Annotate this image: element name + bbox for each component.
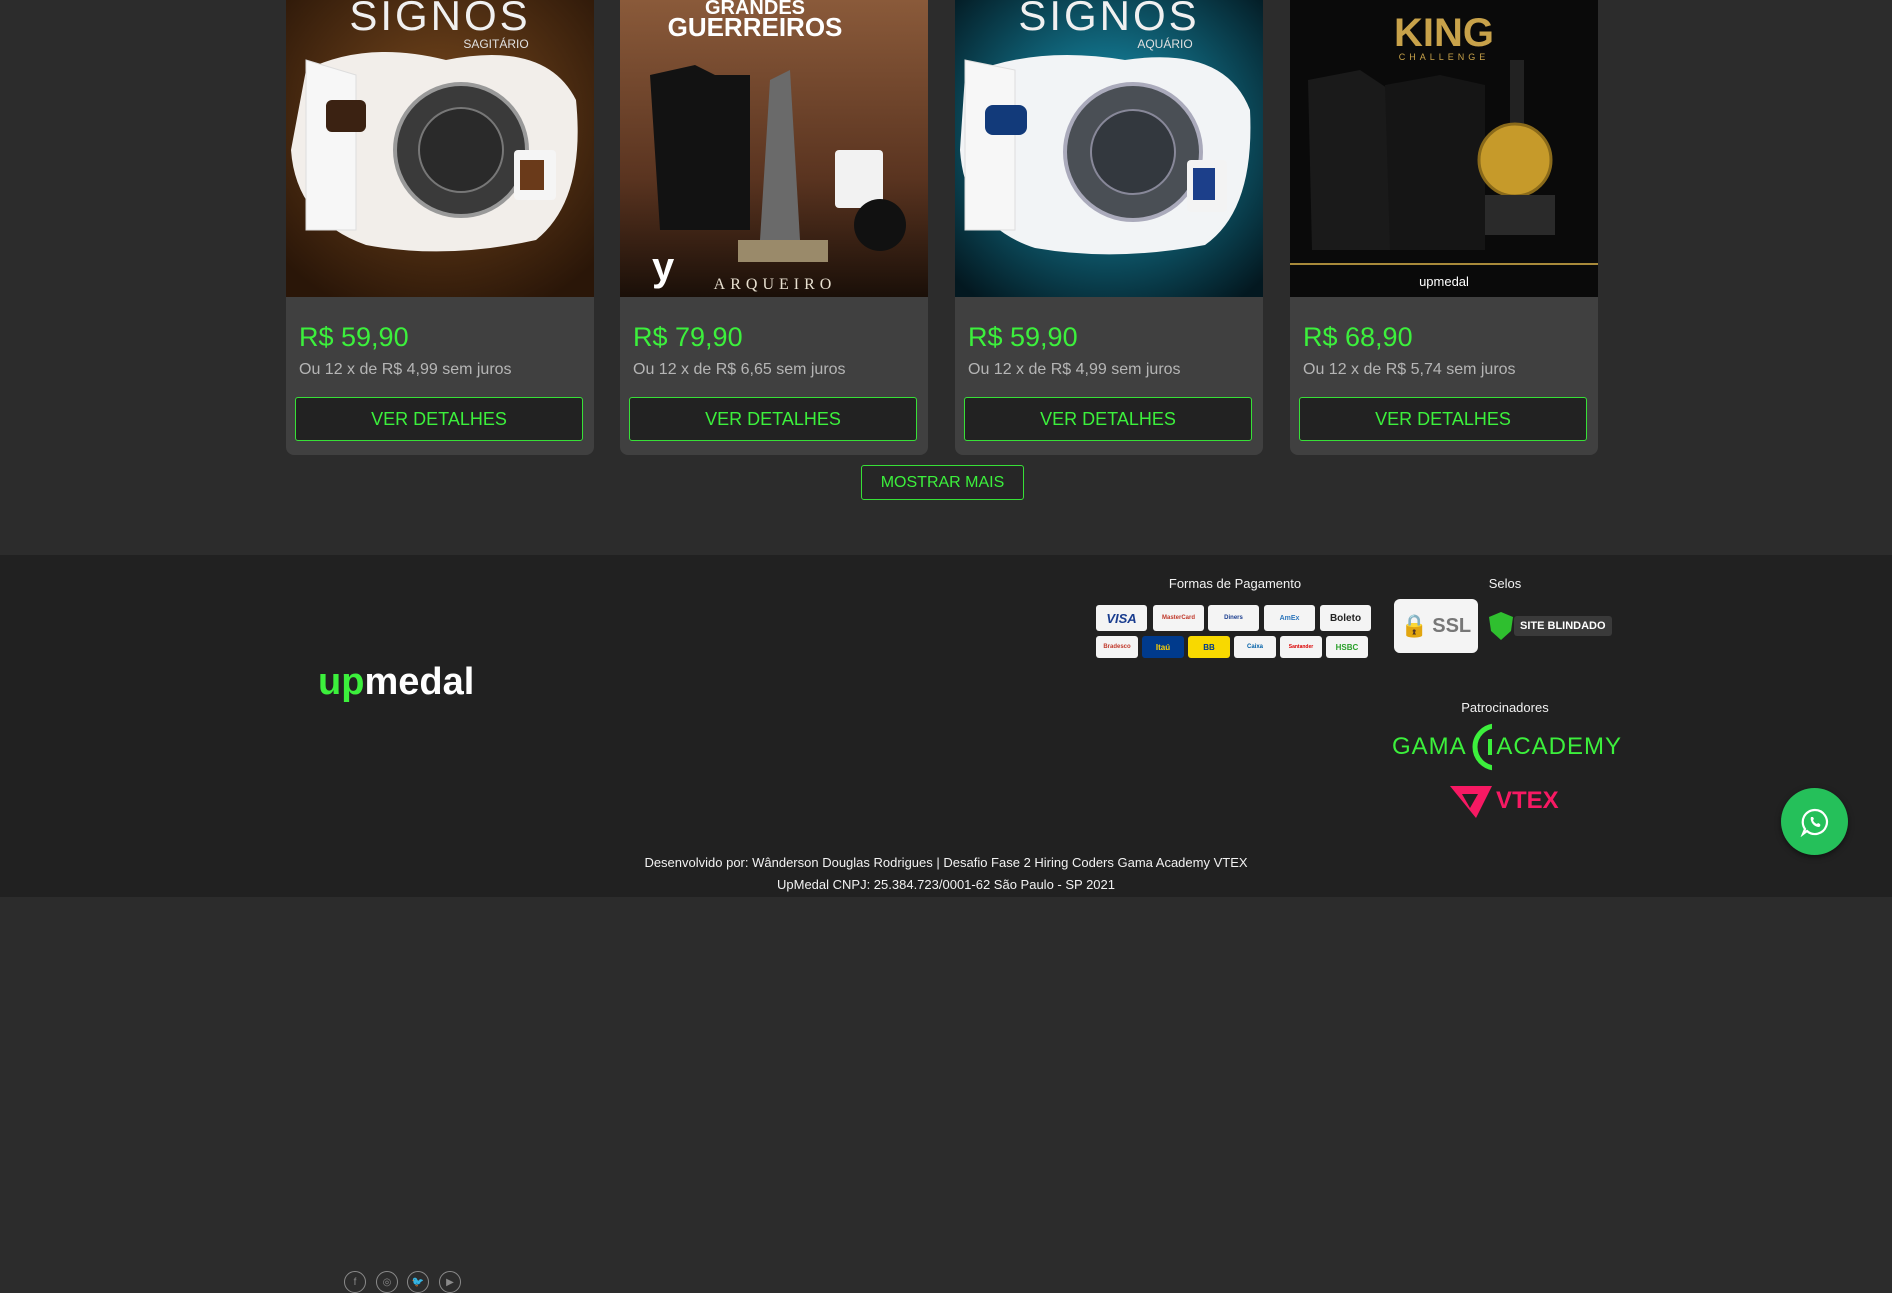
credits-line-2: UpMedal CNPJ: 25.384.723/0001-62 São Pau… — [777, 877, 1115, 892]
site-blindado-seal: SITE BLINDADO — [1488, 611, 1616, 641]
image-title: SIGNOS — [1018, 0, 1199, 39]
diners-icon: Diners — [1208, 605, 1259, 631]
image-title: KING — [1394, 11, 1494, 55]
youtube-icon[interactable]: ▶ — [439, 1271, 461, 1293]
caixa-icon: Caixa — [1234, 636, 1276, 658]
product-grid: SIGNOS SAGITÁRIO R$ 59,90 Ou 12 x de R$ … — [0, 0, 1892, 555]
image-subtitle: CHALLENGE — [1399, 52, 1490, 62]
lock-icon: 🔒 — [1400, 613, 1429, 638]
payment-title: Formas de Pagamento — [1168, 576, 1302, 591]
gama-icon — [1472, 723, 1493, 771]
vtex-logo[interactable]: VTEX — [1448, 781, 1568, 821]
product-price: R$ 79,90 — [633, 322, 743, 352]
product-installments: Ou 12 x de R$ 4,99 sem juros — [299, 361, 512, 378]
mastercard-icon: MasterCard — [1153, 605, 1204, 631]
amex-icon: AmEx — [1264, 605, 1315, 631]
credits-line-1: Desenvolvido por: Wânderson Douglas Rodr… — [644, 855, 1248, 870]
gama-right: ACADEMY — [1496, 733, 1622, 760]
sponsors-title: Patrocinadores — [1461, 700, 1549, 715]
gama-academy-logo[interactable]: GAMA ACADEMY — [1392, 722, 1622, 772]
product-image[interactable]: SIGNOS AQUÁRIO — [955, 0, 1263, 297]
vtex-icon — [1450, 786, 1492, 818]
product-price: R$ 59,90 — [299, 322, 409, 352]
ssl-text: SSL — [1432, 614, 1472, 637]
image-bottom-text: ARQUEIRO — [714, 276, 837, 293]
twitter-icon[interactable]: 🐦 — [407, 1271, 429, 1293]
whatsapp-button[interactable] — [1781, 788, 1848, 855]
product-card[interactable]: SIGNOS SAGITÁRIO R$ 59,90 Ou 12 x de R$ … — [286, 0, 594, 455]
site-blindado-text: SITE BLINDADO — [1514, 616, 1612, 636]
santander-icon: Santander — [1280, 636, 1322, 658]
product-image[interactable]: SIGNOS SAGITÁRIO — [286, 0, 594, 297]
itau-icon: Itaú — [1142, 636, 1184, 658]
vtex-text: VTEX — [1496, 787, 1559, 814]
shield-icon — [1489, 612, 1513, 640]
image-subtitle: AQUÁRIO — [1137, 36, 1192, 51]
bradesco-icon: Bradesco — [1096, 636, 1138, 658]
product-image[interactable]: GRANDES GUERREIROS ARQUEIRO y — [620, 0, 928, 297]
whatsapp-icon — [1800, 808, 1828, 837]
product-card[interactable]: SIGNOS AQUÁRIO R$ 59,90 Ou 12 x de R$ 4,… — [955, 0, 1263, 455]
product-price: R$ 59,90 — [968, 322, 1078, 352]
image-subtitle: SAGITÁRIO — [463, 36, 528, 51]
view-details-button[interactable]: VER DETALHES — [629, 397, 917, 441]
svg-text:y: y — [652, 245, 675, 289]
product-card[interactable]: GRANDES GUERREIROS ARQUEIRO y R$ 79,90 O… — [620, 0, 928, 455]
visa-icon: VISA — [1096, 605, 1147, 631]
show-more-button[interactable]: MOSTRAR MAIS — [861, 465, 1024, 500]
footer: Formas de Pagamento VISA MasterCard Dine… — [0, 555, 1892, 1293]
image-title-2: GUERREIROS — [668, 12, 843, 42]
product-installments: Ou 12 x de R$ 6,65 sem juros — [633, 361, 846, 378]
product-price: R$ 68,90 — [1303, 322, 1413, 352]
ssl-seal: 🔒 SSL — [1394, 599, 1478, 653]
hsbc-icon: HSBC — [1326, 636, 1368, 658]
seals-title: Selos — [1488, 576, 1522, 591]
view-details-button[interactable]: VER DETALHES — [964, 397, 1252, 441]
brand-text: upmedal — [318, 662, 474, 703]
instagram-icon[interactable]: ◎ — [376, 1271, 398, 1293]
product-card[interactable]: KING CHALLENGE upmedal R$ 68,90 Ou 12 x … — [1290, 0, 1598, 455]
image-title: SIGNOS — [349, 0, 530, 39]
view-details-button[interactable]: VER DETALHES — [1299, 397, 1587, 441]
bb-icon: BB — [1188, 636, 1230, 658]
upmedal-logo[interactable]: upmedal — [318, 662, 488, 708]
image-bottom-text: upmedal — [1419, 274, 1469, 289]
boleto-icon: Boleto — [1320, 605, 1371, 631]
product-installments: Ou 12 x de R$ 5,74 sem juros — [1303, 361, 1516, 378]
view-details-button[interactable]: VER DETALHES — [295, 397, 583, 441]
product-installments: Ou 12 x de R$ 4,99 sem juros — [968, 361, 1181, 378]
facebook-icon[interactable]: f — [344, 1271, 366, 1293]
product-image[interactable]: KING CHALLENGE upmedal — [1290, 0, 1598, 297]
gama-left: GAMA — [1392, 733, 1467, 760]
